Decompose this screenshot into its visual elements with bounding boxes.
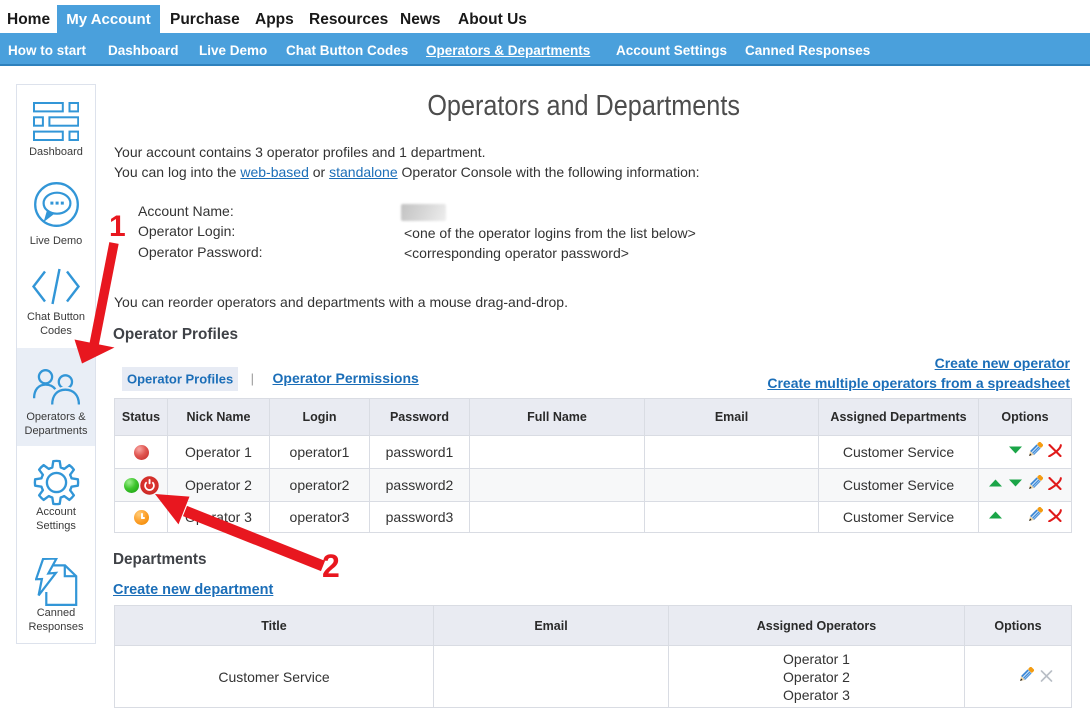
svg-text:1: 1 [109, 210, 126, 243]
svg-text:2: 2 [322, 548, 340, 584]
